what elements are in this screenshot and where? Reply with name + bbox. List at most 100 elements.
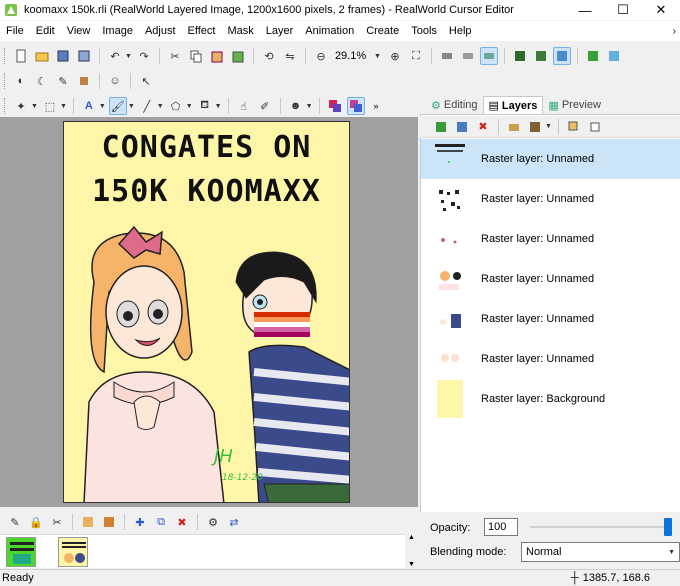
toolbar-grip[interactable] [4,98,7,114]
menu-create[interactable]: Create [360,25,405,37]
menu-edit[interactable]: Edit [30,25,61,37]
flip-icon[interactable]: ⇋ [281,47,299,65]
layer-item[interactable]: Raster layer: Unnamed [421,179,680,219]
layer-item[interactable]: Raster layer: Unnamed [421,299,680,339]
grid-view-icon[interactable] [511,47,529,65]
secondary-color-icon[interactable] [346,97,365,115]
menu-mask[interactable]: Mask [221,25,259,37]
view-mode-2-icon[interactable] [459,47,477,65]
chevron-down-icon[interactable]: ▼ [99,103,106,110]
scroll-down-icon[interactable]: ▼ [408,561,415,568]
chevron-down-icon[interactable]: ▼ [157,103,164,110]
frames-strip[interactable] [0,534,418,568]
menu-animation[interactable]: Animation [299,25,360,37]
menu-adjust[interactable]: Adjust [139,25,182,37]
delete-layer-icon[interactable]: ✖ [474,118,492,136]
grid-dots-icon[interactable] [532,47,550,65]
rotate-icon[interactable]: ⟲ [260,47,278,65]
layer-item[interactable]: Raster layer: Unnamed [421,259,680,299]
magic-wand-icon[interactable]: ✦ [12,97,30,115]
layer-effects-icon[interactable] [526,118,544,136]
redo-icon[interactable]: ↷ [135,47,153,65]
menu-effect[interactable]: Effect [182,25,222,37]
brush-edit-icon[interactable]: ✎ [54,72,72,90]
color-picker-icon[interactable] [75,72,93,90]
blending-mode-select[interactable]: Normal ▼ [521,542,680,562]
undo-dropdown-icon[interactable]: ▼ [125,53,132,60]
frame-paste-icon[interactable] [100,513,118,531]
fit-screen-icon[interactable]: ⛶ [407,47,425,65]
zoom-in-icon[interactable]: ⊕ [386,47,404,65]
frame-brush-icon[interactable]: ✎ [6,513,24,531]
menu-view[interactable]: View [61,25,97,37]
menu-layer[interactable]: Layer [260,25,300,37]
image-canvas[interactable]: CONGATES ON 150K KOOMAXX JH 18-12-20 [63,121,350,503]
close-button[interactable]: ✕ [642,0,680,20]
frame-lock-icon[interactable]: 🔒 [27,513,45,531]
text-tool-icon[interactable]: A [80,97,98,115]
merge-layer-icon[interactable] [505,118,523,136]
new-file-icon[interactable] [12,47,30,65]
zoom-select[interactable]: 29.1% ▼ [333,48,383,64]
chevron-down-icon[interactable]: ▼ [306,103,313,110]
zoom-out-icon[interactable]: ⊖ [312,47,330,65]
menu-image[interactable]: Image [96,25,139,37]
layer-list[interactable]: Raster layer: Unnamed Raster layer: Unna… [421,139,680,509]
image-view-icon[interactable] [552,47,571,65]
eyedropper-icon[interactable]: ✐ [256,97,274,115]
delete-frame-icon[interactable]: ✖ [173,513,191,531]
paste-new-icon[interactable] [229,47,247,65]
menu-file[interactable]: File [0,25,30,37]
chevron-down-icon[interactable]: ▼ [215,103,222,110]
save-icon[interactable] [54,47,72,65]
minimize-button[interactable]: — [566,0,604,20]
brush-tool-icon[interactable]: 🖌 [108,97,127,115]
menu-help[interactable]: Help [443,25,478,37]
copy-icon[interactable] [187,47,205,65]
menu-tools[interactable]: Tools [405,25,443,37]
smudge-icon[interactable]: ☝ [235,97,253,115]
save-as-icon[interactable] [75,47,93,65]
shape-tool-icon[interactable]: ⬠ [167,97,185,115]
selection-icon[interactable]: ⬚ [41,97,59,115]
contrast-icon[interactable]: ◐ [12,72,30,90]
line-tool-icon[interactable]: ╱ [138,97,156,115]
frame-thumbnail-2[interactable] [58,537,88,567]
toolbar-overflow-icon[interactable]: » [374,101,379,111]
cut-icon[interactable]: ✂ [166,47,184,65]
add-frame-icon[interactable]: ✚ [131,513,149,531]
copy-layer-icon[interactable] [565,118,583,136]
user-icon[interactable]: ☺ [106,72,124,90]
scroll-up-icon[interactable]: ▲ [408,534,415,541]
frame-settings-icon[interactable]: ⚙ [204,513,222,531]
frame-cut-icon[interactable]: ✂ [48,513,66,531]
maximize-button[interactable]: ☐ [604,0,642,20]
frame-thumbnail-1[interactable] [6,537,36,567]
duplicate-layer-icon[interactable] [453,118,471,136]
view-mode-3-icon[interactable] [479,47,498,65]
undo-icon[interactable]: ↶ [106,47,124,65]
toolbar-grip[interactable] [4,73,7,89]
opacity-slider[interactable] [530,526,672,528]
tab-editing[interactable]: ⚙ Editing [426,96,483,114]
chevron-down-icon[interactable]: ▼ [128,103,135,110]
tab-layers[interactable]: ▤ Layers [482,96,544,114]
frame-swap-icon[interactable]: ⇄ [225,513,243,531]
clone-icon[interactable]: ☻ [287,97,305,115]
frame-copy-icon[interactable] [79,513,97,531]
layer-item[interactable]: Raster layer: Unnamed [421,219,680,259]
tab-preview[interactable]: ▦ Preview [543,96,606,114]
opacity-input[interactable]: 100 [484,518,518,536]
layer-item[interactable]: Raster layer: Unnamed [421,339,680,379]
new-layer-icon[interactable] [432,118,450,136]
paste-icon[interactable] [208,47,226,65]
opacity-slider-thumb[interactable] [664,518,672,536]
chevron-down-icon[interactable]: ▼ [31,103,38,110]
fill-tool-icon[interactable]: ⛾ [196,97,214,115]
layer-item[interactable]: Raster layer: Unnamed [421,139,680,179]
menu-overflow-icon[interactable]: › [673,26,676,37]
layer-item[interactable]: Raster layer: Background [421,379,680,419]
moon-icon[interactable]: ☾ [33,72,51,90]
paste-layer-icon[interactable] [586,118,604,136]
chevron-down-icon[interactable]: ▼ [545,123,552,130]
